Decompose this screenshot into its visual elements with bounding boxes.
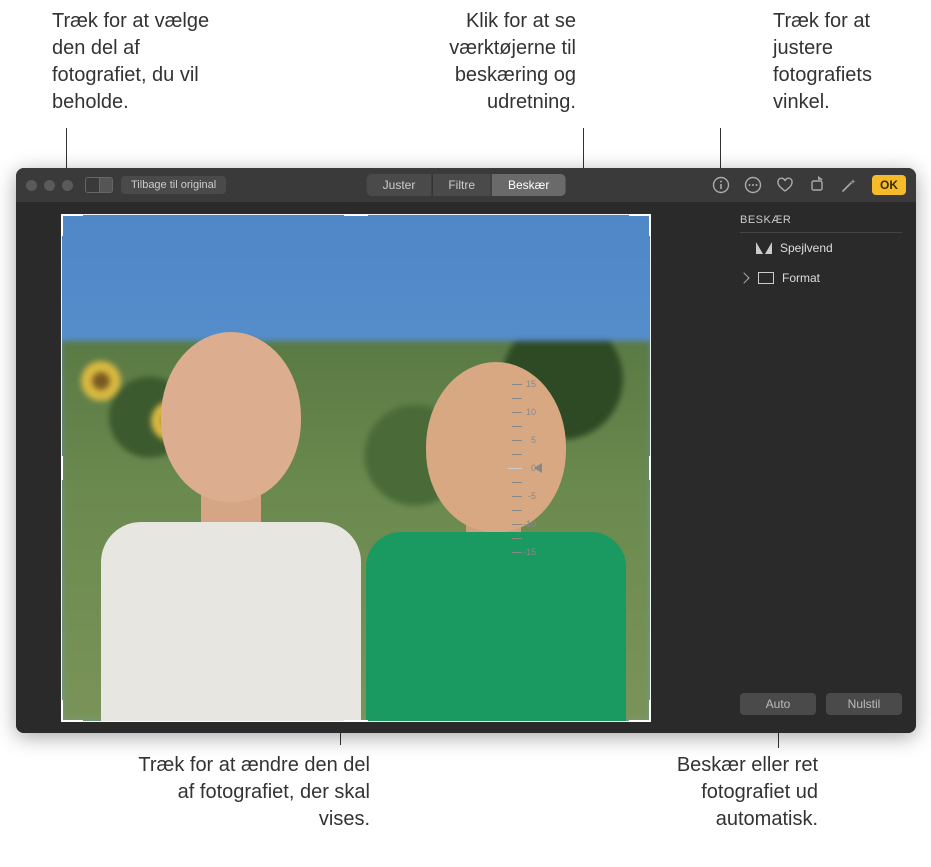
chevron-right-icon <box>738 272 749 283</box>
dial-marker-icon <box>534 463 542 473</box>
straighten-dial[interactable]: 15 10 5 0 -5 -10 -15 <box>476 368 536 568</box>
canvas-area: 15 10 5 0 -5 -10 -15 <box>16 202 726 733</box>
callout-auto: Beskær eller ret fotografiet ud automati… <box>628 752 818 833</box>
callout-reposition: Træk for at ændre den del af fotografiet… <box>130 752 370 833</box>
dial-label: 5 <box>531 435 536 445</box>
view-layout-toggle[interactable] <box>85 177 113 193</box>
flip-label: Spejlvend <box>780 241 833 255</box>
photo-person-left <box>101 322 361 722</box>
callout-crop-tab: Klik for at se værktøjerne til beskæring… <box>376 8 576 116</box>
callout-angle: Træk for at justere fotografiets vinkel. <box>773 8 913 116</box>
tab-adjust[interactable]: Juster <box>367 174 432 196</box>
titlebar: Tilbage til original Juster Filtre Beskæ… <box>16 168 916 202</box>
aspect-ratio-icon <box>758 272 774 284</box>
flip-option[interactable]: Spejlvend <box>740 233 902 263</box>
dial-label: -15 <box>523 547 536 557</box>
rotate-icon[interactable] <box>808 176 826 194</box>
auto-crop-button[interactable]: Auto <box>740 693 816 715</box>
auto-enhance-icon[interactable] <box>840 176 858 194</box>
photo-canvas[interactable] <box>61 214 651 722</box>
dial-label: -5 <box>528 491 536 501</box>
revert-to-original-button[interactable]: Tilbage til original <box>121 176 226 194</box>
close-window-button[interactable] <box>26 180 37 191</box>
callout-crop-drag: Træk for at vælge den del af fotografiet… <box>52 8 222 116</box>
window-controls <box>26 180 73 191</box>
toolbar-right-icons: OK <box>712 175 906 195</box>
favorite-icon[interactable] <box>776 176 794 194</box>
done-button[interactable]: OK <box>872 175 906 195</box>
aspect-label: Format <box>782 271 820 285</box>
tab-filters[interactable]: Filtre <box>431 174 491 196</box>
aspect-option[interactable]: Format <box>740 263 902 293</box>
info-icon[interactable] <box>712 176 730 194</box>
minimize-window-button[interactable] <box>44 180 55 191</box>
edit-mode-tabs: Juster Filtre Beskær <box>367 174 566 196</box>
dial-label: 10 <box>526 407 536 417</box>
app-body: 15 10 5 0 -5 -10 -15 <box>16 202 916 733</box>
sidebar-bottom-buttons: Auto Nulstil <box>740 693 902 721</box>
more-icon[interactable] <box>744 176 762 194</box>
dial-label: 15 <box>526 379 536 389</box>
crop-sidebar: BESKÆR Spejlvend Format Auto Nulstil <box>726 202 916 733</box>
reset-crop-button[interactable]: Nulstil <box>826 693 902 715</box>
flip-icon <box>756 242 772 254</box>
panel-title: BESKÆR <box>740 214 902 233</box>
fullscreen-window-button[interactable] <box>62 180 73 191</box>
dial-label: -10 <box>523 519 536 529</box>
tab-crop[interactable]: Beskær <box>491 174 565 196</box>
photos-edit-window: Tilbage til original Juster Filtre Beskæ… <box>16 168 916 733</box>
